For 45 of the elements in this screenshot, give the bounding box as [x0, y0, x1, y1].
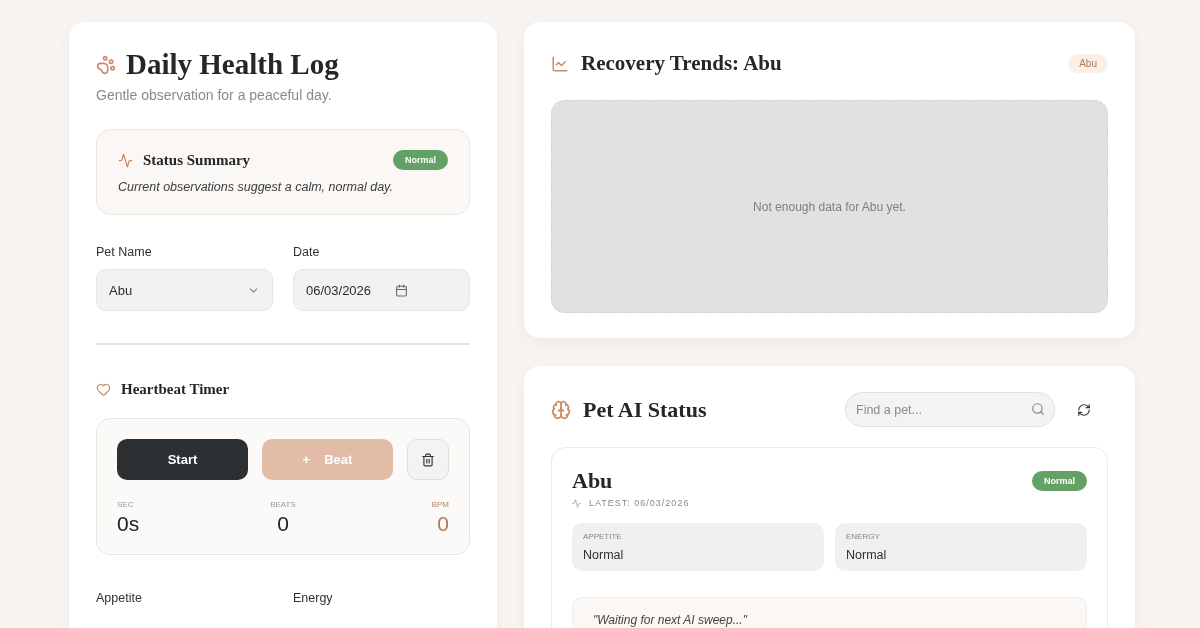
paw-icon: [96, 54, 116, 75]
date-value: 06/03/2026: [306, 282, 372, 298]
pulse-icon: [572, 498, 581, 508]
pulse-icon: [118, 152, 133, 168]
calendar-icon: [395, 283, 409, 297]
metric-label: ENERGY: [846, 532, 881, 541]
card-title: Recovery Trends: Abu: [581, 51, 782, 76]
stat-label: BEATS: [270, 500, 296, 509]
empty-message: Not enough data for Abu yet.: [753, 199, 906, 214]
summary-text: Current observations suggest a calm, normal day.: [118, 180, 394, 194]
trash-icon: [421, 452, 435, 467]
start-button[interactable]: Start: [117, 439, 248, 480]
date-field[interactable]: 06/03/2026: [293, 269, 470, 311]
pet-select[interactable]: Abu: [96, 269, 273, 311]
search-icon: [1031, 402, 1045, 416]
field-label: Pet Name: [96, 245, 153, 259]
stat-value: 0: [437, 512, 449, 536]
field-label: Energy: [293, 591, 334, 605]
card-title: Pet AI Status: [583, 396, 707, 423]
stat-label: SEC: [117, 500, 134, 509]
pet-name: Abu: [572, 468, 613, 494]
page-title: Daily Health Log: [126, 48, 339, 81]
metric-value: Normal: [846, 548, 888, 562]
metric-value: Normal: [583, 548, 625, 562]
field-label: Date: [293, 245, 321, 259]
line-chart-icon: [551, 54, 569, 73]
status-badge: Normal: [393, 150, 448, 170]
search-field[interactable]: Find a pet...: [845, 392, 1055, 427]
refresh-icon[interactable]: [1077, 402, 1091, 417]
summary-title: Status Summary: [143, 151, 251, 169]
stat-label: BPM: [431, 500, 449, 509]
field-label: Appetite: [96, 591, 143, 605]
latest-date: LATEST: 06/03/2026: [589, 498, 690, 508]
subtitle: Gentle observation for a peaceful day.: [96, 87, 333, 103]
pet-tag: Abu: [1068, 54, 1108, 73]
status-badge: Normal: [1032, 471, 1087, 491]
select-value: Abu: [109, 282, 133, 298]
ai-quote: "Waiting for next AI sweep...": [593, 613, 747, 627]
delete-button[interactable]: [407, 439, 449, 480]
heart-icon: [96, 382, 111, 397]
stat-value: 0: [277, 512, 289, 536]
brain-icon: [551, 399, 571, 420]
stat-value: 0s: [117, 512, 140, 536]
metric-label: APPETITE: [583, 532, 623, 541]
section-title: Heartbeat Timer: [121, 381, 230, 398]
